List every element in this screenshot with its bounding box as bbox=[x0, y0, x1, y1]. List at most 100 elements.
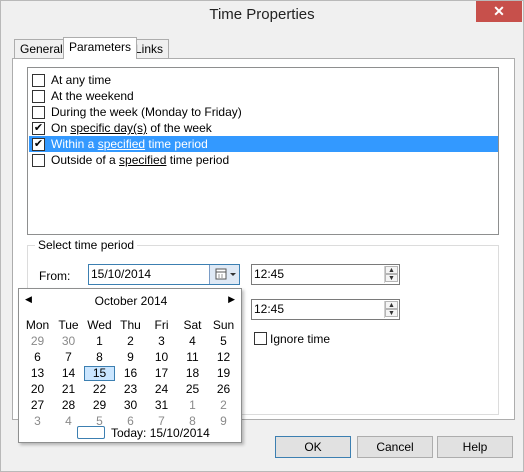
time-spinner[interactable]: ▲ ▼ bbox=[384, 266, 398, 283]
from-time-value: 12:45 bbox=[254, 267, 285, 281]
calendar-day[interactable]: 12 bbox=[208, 350, 239, 365]
weekday-label: Wed bbox=[87, 318, 112, 332]
calendar-popup: ◀ October 2014 ▶ Mon Tue Wed Thu Fri Sat… bbox=[18, 288, 242, 443]
calendar-header: ◀ October 2014 ▶ bbox=[19, 294, 243, 310]
calendar-day-selected[interactable]: 15 bbox=[84, 366, 115, 381]
calendar-day[interactable]: 3 bbox=[146, 334, 177, 349]
calendar-day[interactable]: 23 bbox=[115, 382, 146, 397]
dialog-window: Time Properties ✕ General Parameters Lin… bbox=[0, 0, 524, 472]
spin-down-icon[interactable]: ▼ bbox=[385, 309, 398, 317]
option-checkbox-checked[interactable]: ✔ bbox=[32, 138, 45, 151]
calendar-day[interactable]: 17 bbox=[146, 366, 177, 381]
calendar-day[interactable]: 18 bbox=[177, 366, 208, 381]
calendar-day[interactable]: 9 bbox=[208, 414, 239, 429]
calendar-day[interactable]: 4 bbox=[177, 334, 208, 349]
time-options-list[interactable]: At any time At the weekend During the we… bbox=[27, 67, 499, 235]
calendar-day[interactable]: 2 bbox=[115, 334, 146, 349]
option-checkbox[interactable] bbox=[32, 90, 45, 103]
next-month-icon[interactable]: ▶ bbox=[228, 294, 235, 305]
calendar-day[interactable]: 11 bbox=[177, 350, 208, 365]
option-label: During the week (Monday to Friday) bbox=[51, 105, 242, 119]
option-checkbox[interactable] bbox=[32, 74, 45, 87]
calendar-day[interactable]: 26 bbox=[208, 382, 239, 397]
ignore-time-label: Ignore time bbox=[270, 332, 331, 346]
today-marker-icon bbox=[77, 426, 105, 439]
option-checkbox-checked[interactable]: ✔ bbox=[32, 122, 45, 135]
option-label: time period bbox=[145, 137, 208, 151]
weekday-label: Fri bbox=[154, 318, 169, 332]
calendar-day[interactable]: 25 bbox=[177, 382, 208, 397]
calendar-day[interactable]: 30 bbox=[115, 398, 146, 413]
weekday-label: Sat bbox=[183, 318, 202, 332]
close-button[interactable]: ✕ bbox=[476, 1, 522, 22]
window-title: Time Properties bbox=[209, 6, 315, 23]
help-button[interactable]: Help bbox=[437, 436, 513, 458]
cancel-button[interactable]: Cancel bbox=[357, 436, 433, 458]
calendar-dropdown-button[interactable] bbox=[209, 265, 239, 284]
calendar-day[interactable]: 28 bbox=[53, 398, 84, 413]
calendar-day[interactable]: 1 bbox=[177, 398, 208, 413]
calendar-day[interactable]: 29 bbox=[84, 398, 115, 413]
calendar-icon bbox=[215, 268, 236, 280]
today-label: Today: 15/10/2014 bbox=[111, 426, 210, 440]
from-label: From: bbox=[39, 269, 71, 283]
calendar-day[interactable]: 6 bbox=[22, 350, 53, 365]
calendar-day[interactable]: 2 bbox=[208, 398, 239, 413]
option-within-period[interactable]: ✔ Within a specified time period bbox=[29, 136, 498, 152]
option-any-time[interactable]: At any time bbox=[29, 72, 498, 88]
calendar-month-label[interactable]: October 2014 bbox=[19, 294, 243, 308]
spin-down-icon[interactable]: ▼ bbox=[385, 274, 398, 282]
calendar-day[interactable]: 20 bbox=[22, 382, 53, 397]
calendar-day[interactable]: 13 bbox=[22, 366, 53, 381]
time-spinner[interactable]: ▲ ▼ bbox=[384, 301, 398, 318]
option-weekend[interactable]: At the weekend bbox=[29, 88, 498, 104]
option-label-link[interactable]: specified bbox=[119, 153, 166, 167]
option-label: time period bbox=[166, 153, 230, 167]
calendar-day[interactable]: 24 bbox=[146, 382, 177, 397]
tab-general[interactable]: General bbox=[14, 39, 69, 58]
weekday-label: Mon bbox=[25, 318, 50, 332]
ok-button[interactable]: OK bbox=[275, 436, 351, 458]
calendar-day[interactable]: 22 bbox=[84, 382, 115, 397]
weekday-label: Thu bbox=[120, 318, 141, 332]
option-label: At any time bbox=[51, 73, 112, 87]
calendar-day[interactable]: 5 bbox=[208, 334, 239, 349]
option-checkbox[interactable] bbox=[32, 106, 45, 119]
calendar-day[interactable]: 21 bbox=[53, 382, 84, 397]
spin-up-icon[interactable]: ▲ bbox=[385, 301, 398, 309]
title-bar: Time Properties ✕ bbox=[1, 1, 523, 31]
option-label: On bbox=[51, 121, 71, 135]
option-checkbox[interactable] bbox=[32, 154, 45, 167]
option-outside-period[interactable]: Outside of a specified time period bbox=[29, 152, 498, 168]
option-label: Within a bbox=[51, 137, 98, 151]
group-label: Select time period bbox=[35, 238, 138, 252]
calendar-day[interactable]: 14 bbox=[53, 366, 84, 381]
weekday-label: Sun bbox=[212, 318, 235, 332]
option-label: of the week bbox=[147, 121, 212, 135]
calendar-day[interactable]: 1 bbox=[84, 334, 115, 349]
calendar-day[interactable]: 8 bbox=[84, 350, 115, 365]
ignore-time-checkbox[interactable] bbox=[254, 332, 267, 345]
tab-parameters[interactable]: Parameters bbox=[63, 37, 138, 59]
calendar-day[interactable]: 3 bbox=[22, 414, 53, 429]
calendar-day[interactable]: 29 bbox=[22, 334, 53, 349]
calendar-day[interactable]: 27 bbox=[22, 398, 53, 413]
calendar-day[interactable]: 16 bbox=[115, 366, 146, 381]
from-date-value: 15/10/2014 bbox=[91, 267, 152, 281]
to-time-input[interactable]: 12:45 ▲ ▼ bbox=[251, 299, 400, 320]
calendar-day[interactable]: 7 bbox=[53, 350, 84, 365]
calendar-day[interactable]: 19 bbox=[208, 366, 239, 381]
calendar-day[interactable]: 10 bbox=[146, 350, 177, 365]
option-label-link[interactable]: specific day(s) bbox=[70, 121, 147, 135]
option-weekdays[interactable]: During the week (Monday to Friday) bbox=[29, 104, 498, 120]
option-label-link[interactable]: specified bbox=[98, 137, 145, 151]
option-label: Outside of a bbox=[51, 153, 120, 167]
calendar-day[interactable]: 30 bbox=[53, 334, 84, 349]
calendar-day[interactable]: 9 bbox=[115, 350, 146, 365]
calendar-day[interactable]: 31 bbox=[146, 398, 177, 413]
from-date-picker[interactable]: 15/10/2014 bbox=[88, 264, 240, 285]
spin-up-icon[interactable]: ▲ bbox=[385, 266, 398, 274]
option-specific-days[interactable]: ✔ On specific day(s) of the week bbox=[29, 120, 498, 136]
to-time-value: 12:45 bbox=[254, 302, 285, 316]
from-time-input[interactable]: 12:45 ▲ ▼ bbox=[251, 264, 400, 285]
